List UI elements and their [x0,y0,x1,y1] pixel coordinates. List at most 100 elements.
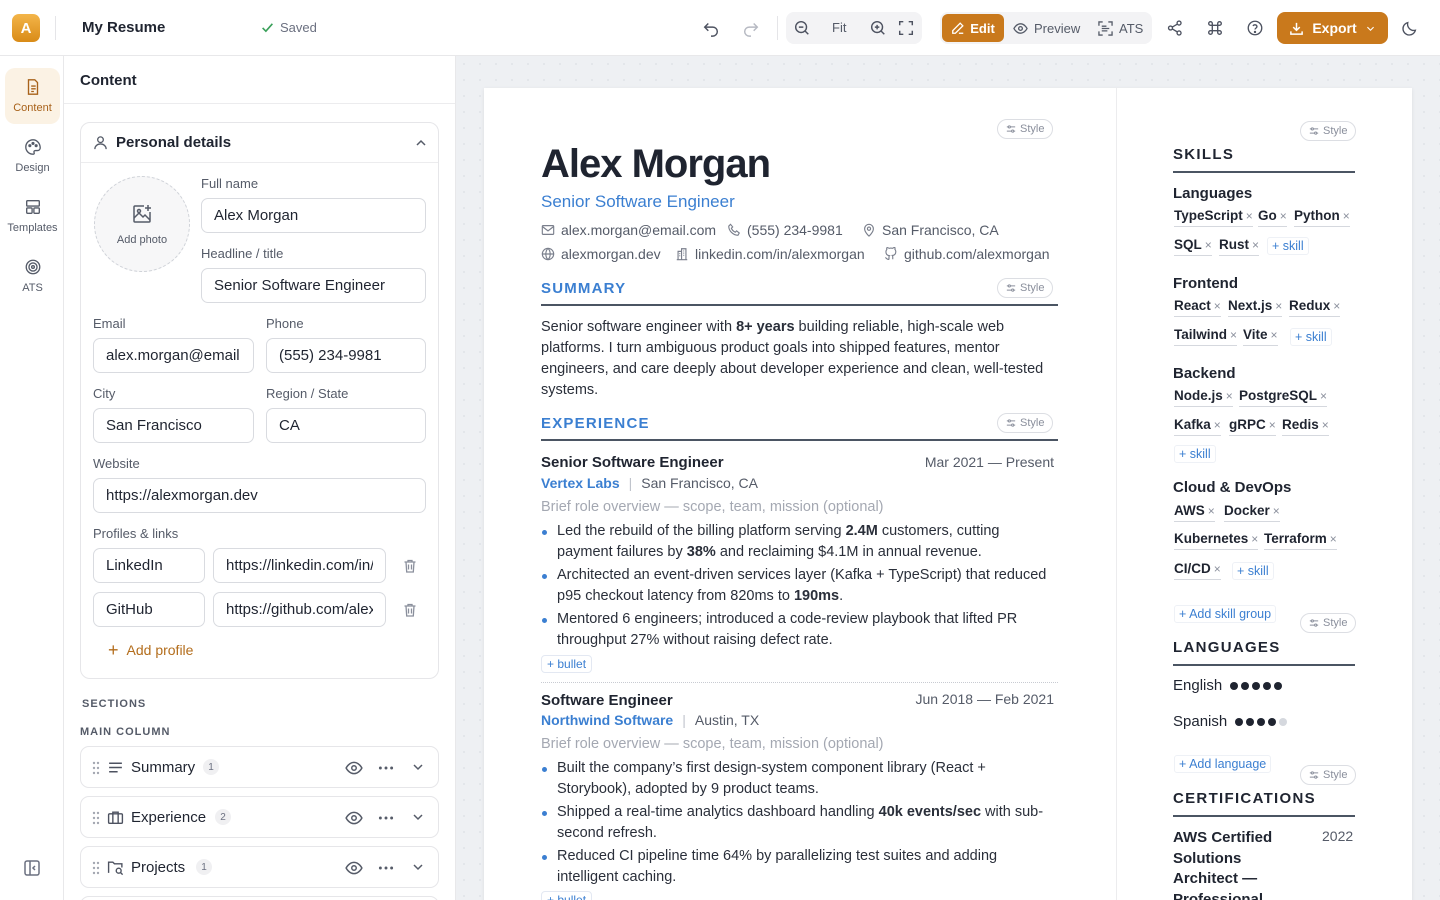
city-input[interactable] [93,408,254,443]
chevron-down-icon[interactable] [410,759,426,775]
style-button[interactable]: Style [1300,765,1357,785]
job-dates[interactable]: Jun 2018 — Feb 2021 [915,691,1054,707]
email-input[interactable] [93,338,254,373]
skill-chip[interactable]: Terraform × [1264,531,1337,550]
style-button[interactable]: Style [997,119,1054,139]
eye-icon[interactable] [345,759,363,777]
remove-icon[interactable]: × [1246,209,1253,223]
theme-toggle-button[interactable] [1396,14,1424,42]
contact-phone[interactable]: (555) 234-9981 [727,222,843,238]
region-input[interactable] [266,408,426,443]
remove-icon[interactable]: × [1214,418,1221,432]
remove-icon[interactable]: × [1271,328,1278,342]
remove-icon[interactable]: × [1330,532,1337,546]
certification-name[interactable]: AWS Certified Solutions Architect — Prof… [1173,828,1283,900]
remove-icon[interactable]: × [1320,389,1327,403]
zoom-fit-button[interactable]: Fit [832,20,846,35]
skill-chip[interactable]: SQL × [1174,237,1212,256]
remove-icon[interactable]: × [1273,504,1280,518]
style-button[interactable]: Style [1300,121,1357,141]
skill-group-title[interactable]: Backend [1173,365,1236,382]
remove-icon[interactable]: × [1343,209,1350,223]
mode-edit-button[interactable]: Edit [942,14,1004,42]
summary-text[interactable]: Senior software engineer with 8+ years b… [541,317,1058,401]
chevron-up-icon[interactable] [413,135,429,151]
profile-url-input[interactable] [213,592,386,627]
skill-group-title[interactable]: Cloud & DevOps [1173,479,1291,496]
languages-heading[interactable]: LANGUAGES [1173,639,1281,656]
drag-handle-icon[interactable] [91,760,101,776]
style-button[interactable]: Style [997,413,1054,433]
mode-ats-button[interactable]: ATS [1098,14,1143,42]
job-title[interactable]: Senior Software Engineer [541,454,724,471]
style-button[interactable]: Style [997,278,1054,298]
add-profile-button[interactable]: + Add profile [108,641,193,659]
certifications-heading[interactable]: CERTIFICATIONS [1173,790,1316,807]
skills-heading[interactable]: SKILLS [1173,146,1234,163]
rail-item-ats[interactable]: ATS [5,248,60,304]
skill-chip[interactable]: Python × [1294,208,1350,227]
undo-button[interactable] [697,14,725,42]
skill-chip[interactable]: Docker × [1224,503,1280,522]
experience-heading[interactable]: EXPERIENCE [541,415,650,432]
help-button[interactable] [1241,14,1269,42]
skill-chip[interactable]: Rust × [1219,237,1260,256]
sidebar-collapse-icon[interactable] [22,858,42,878]
skill-chip[interactable]: Go × [1258,208,1287,227]
app-logo[interactable]: A [12,14,40,42]
eye-icon[interactable] [345,809,363,827]
remove-icon[interactable]: × [1252,238,1259,252]
full-name-input[interactable] [201,198,426,233]
add-skill-group-button[interactable]: + Add skill group [1174,605,1277,623]
contact-location[interactable]: San Francisco, CA [862,222,999,238]
contact-github[interactable]: github.com/alexmorgan [884,246,1050,262]
section-row-summary[interactable]: Summary 1 [80,746,439,788]
job-title[interactable]: Software Engineer [541,692,673,709]
zoom-out-button[interactable] [788,14,816,42]
chevron-down-icon[interactable] [410,809,426,825]
skill-chip[interactable]: Tailwind × [1174,327,1238,346]
more-horizontal-icon[interactable] [377,859,395,877]
personal-details-header[interactable]: Personal details [81,123,438,163]
add-language-button[interactable]: + Add language [1174,755,1272,773]
remove-icon[interactable]: × [1275,299,1282,313]
more-horizontal-icon[interactable] [377,809,395,827]
job-bullet[interactable]: Reduced CI pipeline time 64% by parallel… [541,846,1058,888]
redo-button[interactable] [737,14,765,42]
command-palette-button[interactable] [1201,14,1229,42]
skill-chip[interactable]: CI/CD × [1174,561,1221,580]
job-overview-placeholder[interactable]: Brief role overview — scope, team, missi… [541,736,884,752]
skill-chip[interactable]: Node.js × [1174,388,1233,407]
add-bullet-button[interactable]: + bullet [541,891,593,900]
remove-icon[interactable]: × [1269,418,1276,432]
skill-chip[interactable]: Redis × [1282,417,1329,436]
language-item[interactable]: Spanish [1173,713,1288,730]
skill-chip[interactable]: TypeScript × [1174,208,1253,227]
job-dates[interactable]: Mar 2021 — Present [925,454,1054,470]
trash-icon[interactable] [402,602,418,618]
skill-chip[interactable]: Kubernetes × [1174,531,1259,550]
section-row-experience[interactable]: Experience 2 [80,796,439,838]
trash-icon[interactable] [402,558,418,574]
summary-heading[interactable]: SUMMARY [541,280,626,297]
rail-item-design[interactable]: Design [5,128,60,184]
resume-headline[interactable]: Senior Software Engineer [541,192,735,212]
rail-item-templates[interactable]: Templates [5,188,60,244]
language-item[interactable]: English [1173,677,1283,694]
skill-chip[interactable]: gRPC × [1229,417,1276,436]
profile-network-input[interactable] [93,548,205,583]
job-bullet[interactable]: Architected an event-driven services lay… [541,565,1058,607]
skill-chip[interactable]: Redux × [1289,298,1341,317]
remove-icon[interactable]: × [1205,238,1212,252]
remove-icon[interactable]: × [1208,504,1215,518]
website-input[interactable] [93,478,426,513]
remove-icon[interactable]: × [1214,562,1221,576]
profile-network-input[interactable] [93,592,205,627]
job-bullet[interactable]: Shipped a real-time analytics dashboard … [541,802,1058,844]
remove-icon[interactable]: × [1322,418,1329,432]
job-bullet[interactable]: Built the company’s first design-system … [541,758,1058,800]
skill-chip[interactable]: Next.js × [1228,298,1283,317]
remove-icon[interactable]: × [1333,299,1340,313]
job-company[interactable]: Vertex Labs | San Francisco, CA [541,475,758,491]
more-horizontal-icon[interactable] [377,759,395,777]
